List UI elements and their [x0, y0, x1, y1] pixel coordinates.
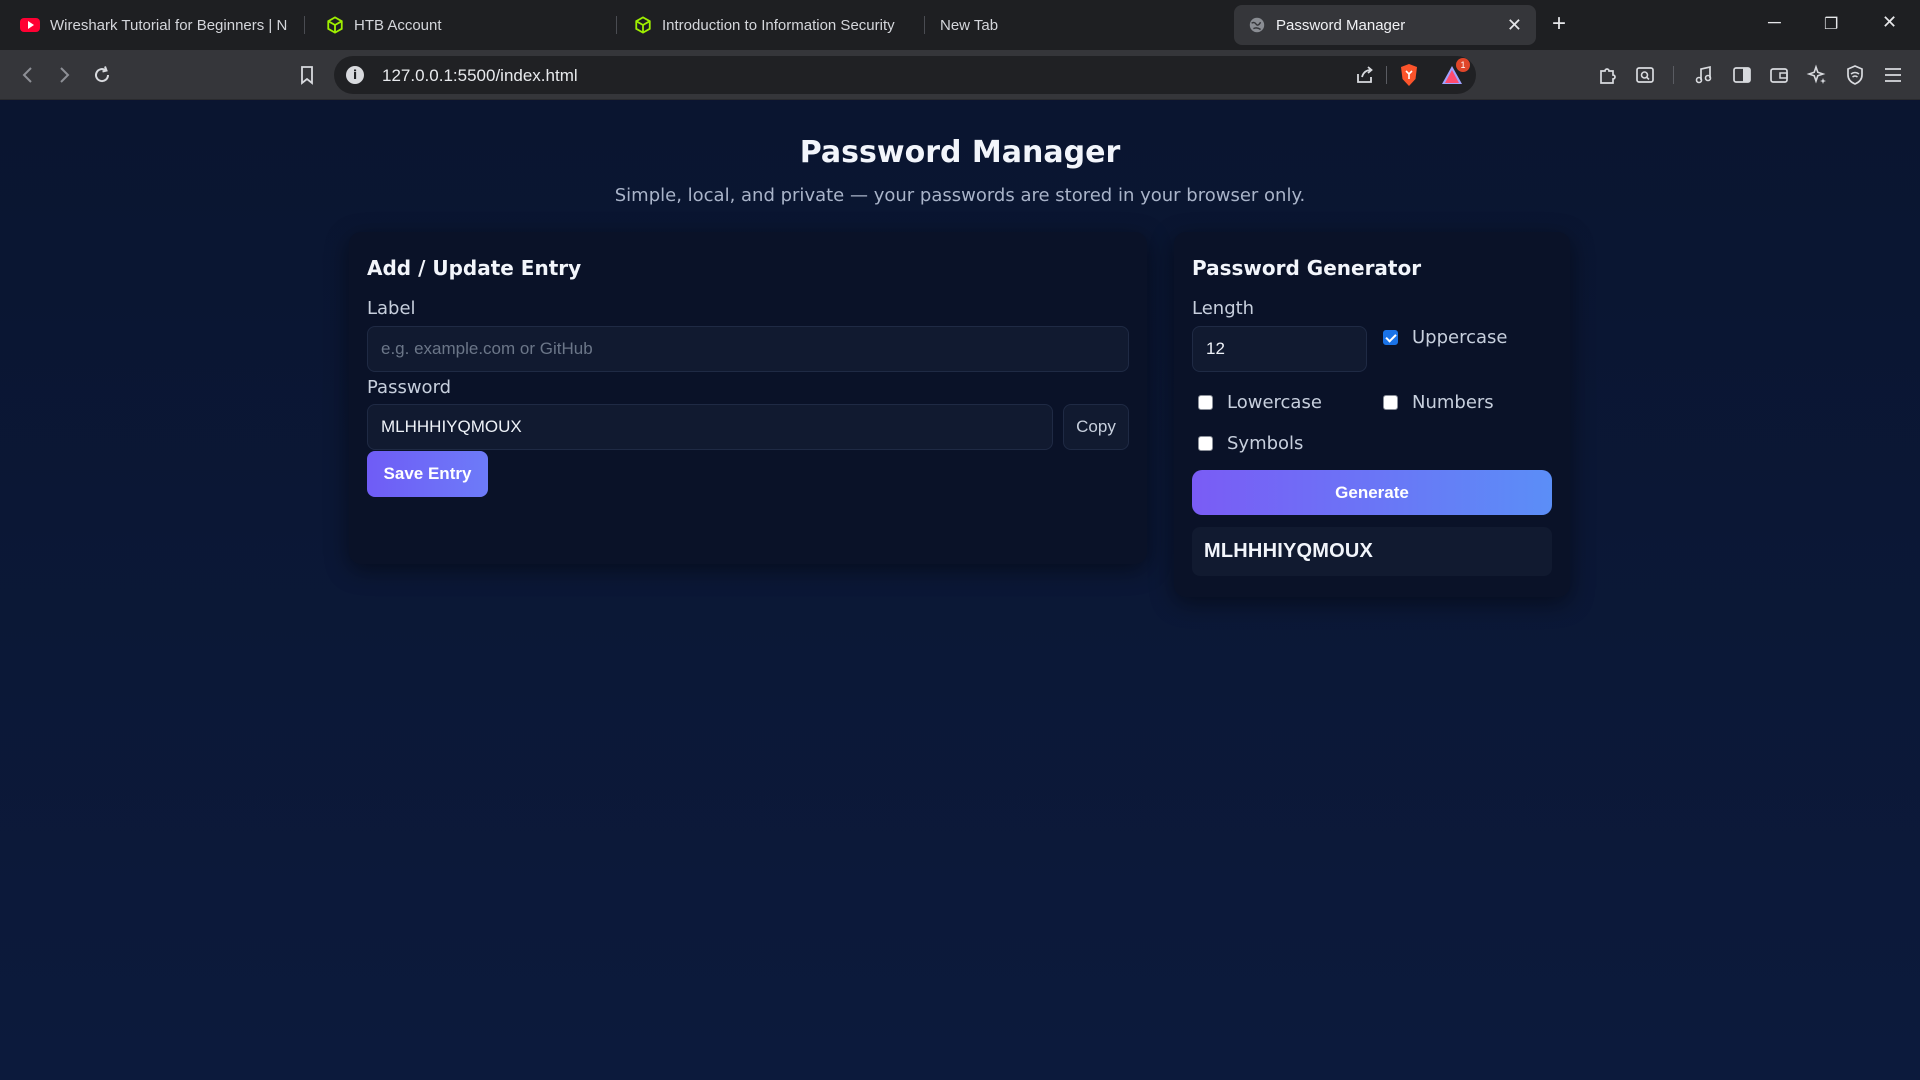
uppercase-label[interactable]: Uppercase: [1412, 327, 1507, 348]
page-subtitle: Simple, local, and private — your passwo…: [614, 185, 1306, 206]
close-window-button[interactable]: ✕: [1882, 12, 1897, 33]
tab-wireshark[interactable]: Wireshark Tutorial for Beginners | Ne: [6, 5, 302, 45]
tab-separator: [924, 16, 925, 34]
wallet-icon[interactable]: [1768, 64, 1790, 86]
generate-button[interactable]: Generate: [1192, 470, 1552, 515]
tab-title: HTB Account: [354, 16, 442, 34]
sidebar-toggle-icon[interactable]: [1731, 64, 1753, 86]
page-title: Password Manager: [799, 135, 1121, 170]
screenshot-search-icon[interactable]: [1634, 64, 1656, 86]
tab-password-manager[interactable]: Password Manager ✕: [1234, 5, 1536, 45]
numbers-label[interactable]: Numbers: [1412, 392, 1494, 413]
address-bar[interactable]: i 127.0.0.1:5500/index.html 1: [334, 56, 1476, 94]
tab-htb-account[interactable]: HTB Account: [312, 5, 612, 45]
close-tab-icon[interactable]: ✕: [1507, 15, 1522, 36]
tab-new-tab[interactable]: New Tab: [926, 5, 1226, 45]
htb-cube-icon: [327, 16, 343, 34]
youtube-icon: [20, 18, 40, 32]
entry-card: Add / Update Entry Label e.g. example.co…: [349, 232, 1147, 564]
brave-shields-icon[interactable]: [1398, 63, 1420, 87]
rewards-badge: 1: [1456, 58, 1470, 72]
generator-card-heading: Password Generator: [1192, 256, 1422, 280]
entry-card-heading: Add / Update Entry: [367, 256, 582, 280]
label-input[interactable]: e.g. example.com or GitHub: [367, 326, 1129, 372]
music-note-icon[interactable]: [1693, 64, 1715, 86]
lowercase-label[interactable]: Lowercase: [1227, 392, 1322, 413]
tab-title: New Tab: [940, 16, 999, 34]
menu-hamburger-icon[interactable]: [1882, 64, 1904, 86]
extensions-puzzle-icon[interactable]: [1597, 64, 1619, 86]
copy-button[interactable]: Copy: [1063, 404, 1129, 450]
tab-separator: [304, 16, 305, 34]
numbers-checkbox[interactable]: [1383, 395, 1398, 410]
browser-toolbar: i 127.0.0.1:5500/index.html 1: [0, 50, 1920, 100]
htb-cube-icon: [635, 16, 651, 34]
tab-title: Wireshark Tutorial for Beginners | Ne: [50, 16, 288, 34]
generator-card: Password Generator Length 12 Uppercase L…: [1174, 232, 1570, 597]
generated-password-output: MLHHHIYQMOUX: [1192, 527, 1552, 576]
tab-intro-infosec[interactable]: Introduction to Information Security: [620, 5, 920, 45]
symbols-checkbox[interactable]: [1198, 436, 1213, 451]
reload-icon[interactable]: [91, 64, 113, 86]
password-input[interactable]: MLHHHIYQMOUX: [367, 404, 1053, 450]
forward-arrow-icon[interactable]: [53, 64, 75, 86]
length-label: Length: [1192, 298, 1255, 319]
password-field-label: Password: [367, 377, 452, 398]
tab-title: Password Manager: [1276, 16, 1406, 34]
save-entry-button[interactable]: Save Entry: [367, 451, 488, 497]
site-info-icon[interactable]: i: [346, 66, 364, 84]
address-bar-divider: [1386, 66, 1387, 84]
symbols-label[interactable]: Symbols: [1227, 433, 1303, 454]
url-text[interactable]: 127.0.0.1:5500/index.html: [382, 66, 578, 86]
tab-title: Introduction to Information Security: [662, 16, 895, 34]
browser-tab-bar: Wireshark Tutorial for Beginners | Ne HT…: [0, 0, 1920, 50]
label-field-label: Label: [367, 298, 416, 319]
minimize-window-button[interactable]: ─: [1768, 12, 1781, 33]
uppercase-checkbox[interactable]: [1383, 330, 1398, 345]
share-icon[interactable]: [1354, 64, 1376, 86]
bookmark-icon[interactable]: [296, 64, 318, 86]
new-tab-button[interactable]: +: [1552, 12, 1566, 36]
lowercase-checkbox[interactable]: [1198, 395, 1213, 410]
page-content: Password Manager Simple, local, and priv…: [0, 101, 1920, 1080]
length-input[interactable]: 12: [1192, 326, 1367, 372]
globe-icon: [1249, 17, 1265, 33]
vpn-shield-icon[interactable]: [1844, 64, 1866, 86]
tab-separator: [616, 16, 617, 34]
toolbar-divider: [1673, 66, 1674, 84]
back-arrow-icon[interactable]: [17, 64, 39, 86]
leo-ai-sparkle-icon[interactable]: [1806, 64, 1828, 86]
restore-window-button[interactable]: ❐: [1824, 14, 1838, 34]
